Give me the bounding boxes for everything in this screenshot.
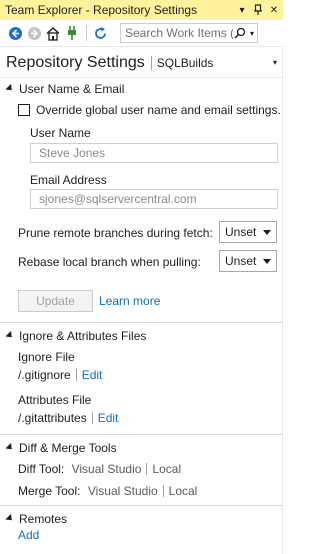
- merge-tool-row: Merge Tool: Visual Studio Local: [18, 484, 197, 498]
- diff-tool-row: Diff Tool: Visual Studio Local: [18, 462, 181, 476]
- refresh-icon[interactable]: [91, 24, 109, 42]
- separator: [162, 485, 164, 497]
- section-title: Diff & Merge Tools: [19, 441, 117, 455]
- username-field[interactable]: Steve Jones: [30, 143, 278, 163]
- section-header-remotes[interactable]: Remotes: [0, 511, 283, 527]
- edit-ignore-link[interactable]: Edit: [82, 368, 103, 382]
- ignore-file-label: Ignore File: [18, 350, 75, 364]
- ignore-file-row: /.gitignore Edit: [18, 368, 102, 382]
- merge-tool-label: Merge Tool:: [18, 484, 81, 498]
- diff-merge-section: Diff & Merge Tools: [0, 440, 283, 456]
- prune-label: Prune remote branches during fetch:: [18, 226, 213, 240]
- prune-select[interactable]: Unset: [219, 221, 277, 243]
- section-title: User Name & Email: [19, 82, 125, 96]
- rebase-select-value: Unset: [225, 254, 257, 268]
- page-title: Repository Settings: [6, 53, 145, 71]
- forward-arrow-icon[interactable]: [25, 24, 43, 42]
- title-bar: Team Explorer - Repository Settings ▾ ✕: [0, 0, 283, 20]
- collapse-arrow-icon[interactable]: [5, 83, 15, 93]
- remotes-section: Remotes: [0, 511, 283, 527]
- title-separator: [150, 55, 152, 70]
- collapse-arrow-icon[interactable]: [5, 513, 15, 523]
- separator: [75, 369, 77, 381]
- merge-option-visual-studio[interactable]: Visual Studio: [88, 484, 158, 498]
- connect-plug-icon[interactable]: [63, 24, 81, 42]
- section-header-ignore[interactable]: Ignore & Attributes Files: [0, 328, 283, 344]
- section-header-user[interactable]: User Name & Email: [0, 81, 283, 97]
- page-header: Repository Settings SQLBuilds ▾: [0, 48, 283, 78]
- toolbar: ▾: [0, 20, 283, 47]
- back-arrow-icon[interactable]: [6, 24, 24, 42]
- separator: [91, 412, 93, 424]
- override-label: Override global user name and email sett…: [36, 103, 281, 117]
- override-checkbox[interactable]: [18, 104, 30, 116]
- search-input[interactable]: [121, 26, 233, 40]
- attributes-file-path: /.gitattributes: [18, 411, 87, 425]
- window-title: Team Explorer - Repository Settings: [5, 3, 198, 17]
- section-title: Remotes: [19, 512, 68, 526]
- rebase-label: Rebase local branch when pulling:: [18, 255, 201, 269]
- search-icon[interactable]: [233, 24, 247, 42]
- window-menu-dropdown-icon[interactable]: ▾: [235, 2, 249, 18]
- search-work-items-box[interactable]: ▾: [120, 23, 258, 43]
- toolbar-separator: [86, 25, 87, 41]
- collapse-arrow-icon[interactable]: [5, 442, 15, 452]
- close-icon[interactable]: ✕: [267, 2, 281, 18]
- edit-attributes-link[interactable]: Edit: [98, 411, 119, 425]
- section-header-diff[interactable]: Diff & Merge Tools: [0, 440, 283, 456]
- user-name-email-section: User Name & Email: [0, 81, 283, 97]
- prune-select-value: Unset: [225, 225, 257, 239]
- ignore-file-path: /.gitignore: [18, 368, 71, 382]
- diff-option-local[interactable]: Local: [152, 462, 181, 476]
- section-divider: [0, 505, 283, 506]
- username-label: User Name: [30, 126, 91, 140]
- diff-option-visual-studio[interactable]: Visual Studio: [72, 462, 142, 476]
- section-divider: [0, 434, 283, 435]
- add-remote-link[interactable]: Add: [18, 528, 39, 542]
- ignore-attributes-section: Ignore & Attributes Files: [0, 328, 283, 344]
- diff-tool-label: Diff Tool:: [18, 462, 65, 476]
- panel-edge: [282, 48, 283, 554]
- rebase-select[interactable]: Unset: [219, 250, 277, 272]
- email-label: Email Address: [30, 173, 107, 187]
- home-icon[interactable]: [44, 24, 62, 42]
- email-field[interactable]: sjones@sqlservercentral.com: [30, 189, 278, 209]
- collapse-arrow-icon[interactable]: [5, 330, 15, 340]
- attributes-file-label: Attributes File: [18, 393, 92, 407]
- pin-icon[interactable]: [251, 2, 265, 18]
- attributes-file-row: /.gitattributes Edit: [18, 411, 118, 425]
- page-menu-dropdown-icon[interactable]: ▾: [273, 58, 277, 67]
- repository-name: SQLBuilds: [156, 55, 214, 70]
- separator: [146, 463, 148, 475]
- section-divider: [0, 322, 283, 323]
- chevron-down-icon: [263, 259, 271, 264]
- search-dropdown-icon[interactable]: ▾: [247, 29, 257, 38]
- merge-option-local[interactable]: Local: [169, 484, 198, 498]
- learn-more-link[interactable]: Learn more: [99, 294, 160, 308]
- section-title: Ignore & Attributes Files: [19, 329, 147, 343]
- chevron-down-icon: [263, 230, 271, 235]
- update-button[interactable]: Update: [18, 290, 93, 312]
